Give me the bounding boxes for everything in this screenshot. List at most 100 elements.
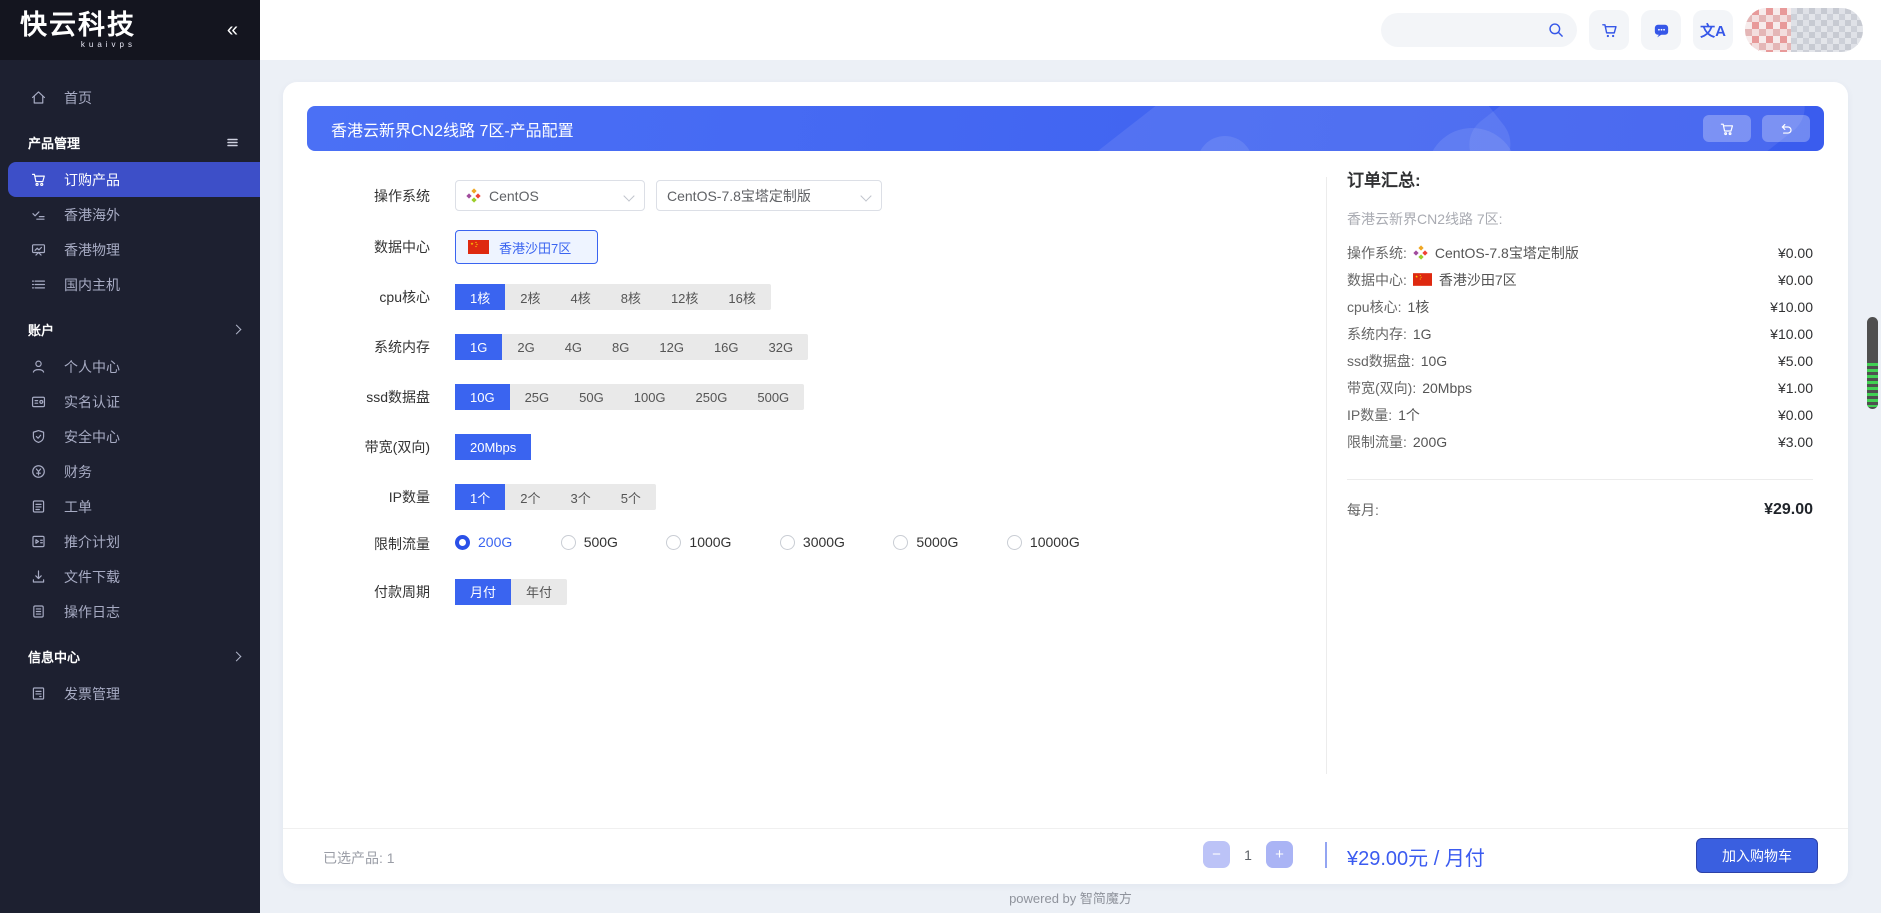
field-label: ssd数据盘 <box>323 387 430 407</box>
banner-back-button[interactable] <box>1762 115 1810 142</box>
ssd-option[interactable]: 10G <box>455 384 510 410</box>
sidebar-item-logs[interactable]: 操作日志 <box>0 594 260 629</box>
cart-icon <box>1719 121 1735 137</box>
summary-value: CentOS-7.8宝塔定制版 <box>1435 243 1579 263</box>
row-bandwidth: 带宽(双向) 20Mbps <box>323 434 1283 460</box>
quantity-minus-button[interactable]: − <box>1203 841 1230 868</box>
bandwidth-option[interactable]: 20Mbps <box>455 434 531 460</box>
sidebar-item-label: 文件下载 <box>64 567 120 587</box>
ssd-option[interactable]: 500G <box>742 384 804 410</box>
ssd-option[interactable]: 50G <box>564 384 619 410</box>
memory-option[interactable]: 12G <box>644 334 699 360</box>
sidebar-item-domestic-host[interactable]: 国内主机 <box>0 267 260 302</box>
sidebar-item-home[interactable]: 首页 <box>0 80 260 115</box>
memory-option[interactable]: 8G <box>597 334 644 360</box>
cn-flag-icon <box>468 240 489 254</box>
traffic-radio[interactable]: 5000G <box>893 534 958 550</box>
sidebar-item-profile[interactable]: 个人中心 <box>0 349 260 384</box>
add-to-cart-button[interactable]: 加入购物车 <box>1696 838 1818 873</box>
sidebar-item-finance[interactable]: 财务 <box>0 454 260 489</box>
sidebar-item-label: 财务 <box>64 462 92 482</box>
summary-value: 1个 <box>1398 405 1420 425</box>
traffic-options: 200G 500G 1000G 3000G 5000G 10000G <box>455 534 1124 555</box>
search-input[interactable] <box>1397 23 1539 38</box>
cpu-option[interactable]: 4核 <box>555 284 605 310</box>
datacenter-option-selected[interactable]: 香港沙田7区 <box>455 230 598 264</box>
sidebar-collapse-icon[interactable]: « <box>227 19 238 42</box>
server-list-icon <box>30 276 47 293</box>
sidebar-item-ticket[interactable]: 工单 <box>0 489 260 524</box>
scrollbar-progress <box>1867 363 1878 407</box>
user-account[interactable] <box>1745 8 1863 52</box>
memory-option[interactable]: 32G <box>754 334 809 360</box>
memory-option[interactable]: 1G <box>455 334 502 360</box>
sidebar-section-info-center[interactable]: 信息中心 <box>0 629 260 676</box>
cpu-option[interactable]: 1核 <box>455 284 505 310</box>
cpu-option[interactable]: 16核 <box>713 284 770 310</box>
memory-option[interactable]: 4G <box>550 334 597 360</box>
ssd-options: 10G 25G 50G 100G 250G 500G <box>455 384 804 410</box>
summary-value: 1G <box>1413 326 1432 342</box>
traffic-radio[interactable]: 10000G <box>1007 534 1080 550</box>
ssd-option[interactable]: 250G <box>681 384 743 410</box>
cpu-option[interactable]: 2核 <box>505 284 555 310</box>
sidebar-item-hk-overseas[interactable]: 香港海外 <box>0 197 260 232</box>
cycle-option[interactable]: 月付 <box>455 579 511 605</box>
traffic-radio[interactable]: 3000G <box>780 534 845 550</box>
cycle-options: 月付 年付 <box>455 579 567 605</box>
quantity-value[interactable]: 1 <box>1243 847 1253 863</box>
menu-lines-icon[interactable] <box>225 135 240 150</box>
search-icon[interactable] <box>1547 21 1565 39</box>
traffic-radio[interactable]: 200G <box>455 534 512 550</box>
sidebar-item-referral[interactable]: 推介计划 <box>0 524 260 559</box>
section-heading-label: 信息中心 <box>28 647 80 666</box>
search-bar[interactable] <box>1381 13 1577 47</box>
topbar-cart-button[interactable] <box>1589 10 1629 50</box>
os-family-select[interactable]: CentOS <box>455 180 645 211</box>
memory-option[interactable]: 2G <box>502 334 549 360</box>
quantity-stepper: − 1 + <box>1203 841 1293 868</box>
sidebar-item-realname[interactable]: 实名认证 <box>0 384 260 419</box>
ip-option[interactable]: 1个 <box>455 484 505 510</box>
traffic-radio[interactable]: 1000G <box>666 534 731 550</box>
ip-option[interactable]: 3个 <box>555 484 605 510</box>
ip-option[interactable]: 5个 <box>606 484 656 510</box>
memory-option[interactable]: 16G <box>699 334 754 360</box>
presentation-icon <box>30 241 47 258</box>
cycle-option[interactable]: 年付 <box>511 579 567 605</box>
ssd-option[interactable]: 25G <box>510 384 565 410</box>
cpu-option[interactable]: 8核 <box>606 284 656 310</box>
summary-value: 10G <box>1421 353 1447 369</box>
os-version-select[interactable]: CentOS-7.8宝塔定制版 <box>656 180 882 211</box>
scrollbar-thumb[interactable] <box>1867 317 1878 409</box>
radio-dot-icon <box>561 535 576 550</box>
chevron-right-icon <box>233 653 240 660</box>
id-card-icon <box>30 393 47 410</box>
chevron-right-icon <box>233 326 240 333</box>
check-list-icon <box>30 206 47 223</box>
brand-title: 快云科技 <box>20 12 136 39</box>
sidebar-item-security[interactable]: 安全中心 <box>0 419 260 454</box>
sidebar-item-invoices[interactable]: 发票管理 <box>0 676 260 711</box>
topbar-translate-button[interactable]: 文A <box>1693 10 1733 50</box>
sidebar-section-account[interactable]: 账户 <box>0 302 260 349</box>
quantity-plus-button[interactable]: + <box>1266 841 1293 868</box>
topbar-message-button[interactable] <box>1641 10 1681 50</box>
ip-option[interactable]: 2个 <box>505 484 555 510</box>
ssd-option[interactable]: 100G <box>619 384 681 410</box>
traffic-radio[interactable]: 500G <box>561 534 618 550</box>
os-version-value: CentOS-7.8宝塔定制版 <box>667 186 811 206</box>
username-redacted <box>1791 8 1863 52</box>
sidebar-item-hk-physical[interactable]: 香港物理 <box>0 232 260 267</box>
sidebar-item-downloads[interactable]: 文件下载 <box>0 559 260 594</box>
sidebar-item-label: 香港物理 <box>64 240 120 260</box>
page-title: 香港云新界CN2线路 7区-产品配置 <box>331 117 574 141</box>
section-heading-label: 产品管理 <box>28 133 80 152</box>
banner-cart-button[interactable] <box>1703 115 1751 142</box>
sidebar-item-label: 订购产品 <box>64 170 120 190</box>
summary-row-os: 操作系统: CentOS-7.8宝塔定制版 ¥0.00 <box>1347 239 1813 266</box>
sidebar-item-label: 实名认证 <box>64 392 120 412</box>
summary-price: ¥10.00 <box>1770 326 1813 342</box>
cpu-option[interactable]: 12核 <box>656 284 713 310</box>
sidebar-item-order-product[interactable]: 订购产品 <box>8 162 260 197</box>
